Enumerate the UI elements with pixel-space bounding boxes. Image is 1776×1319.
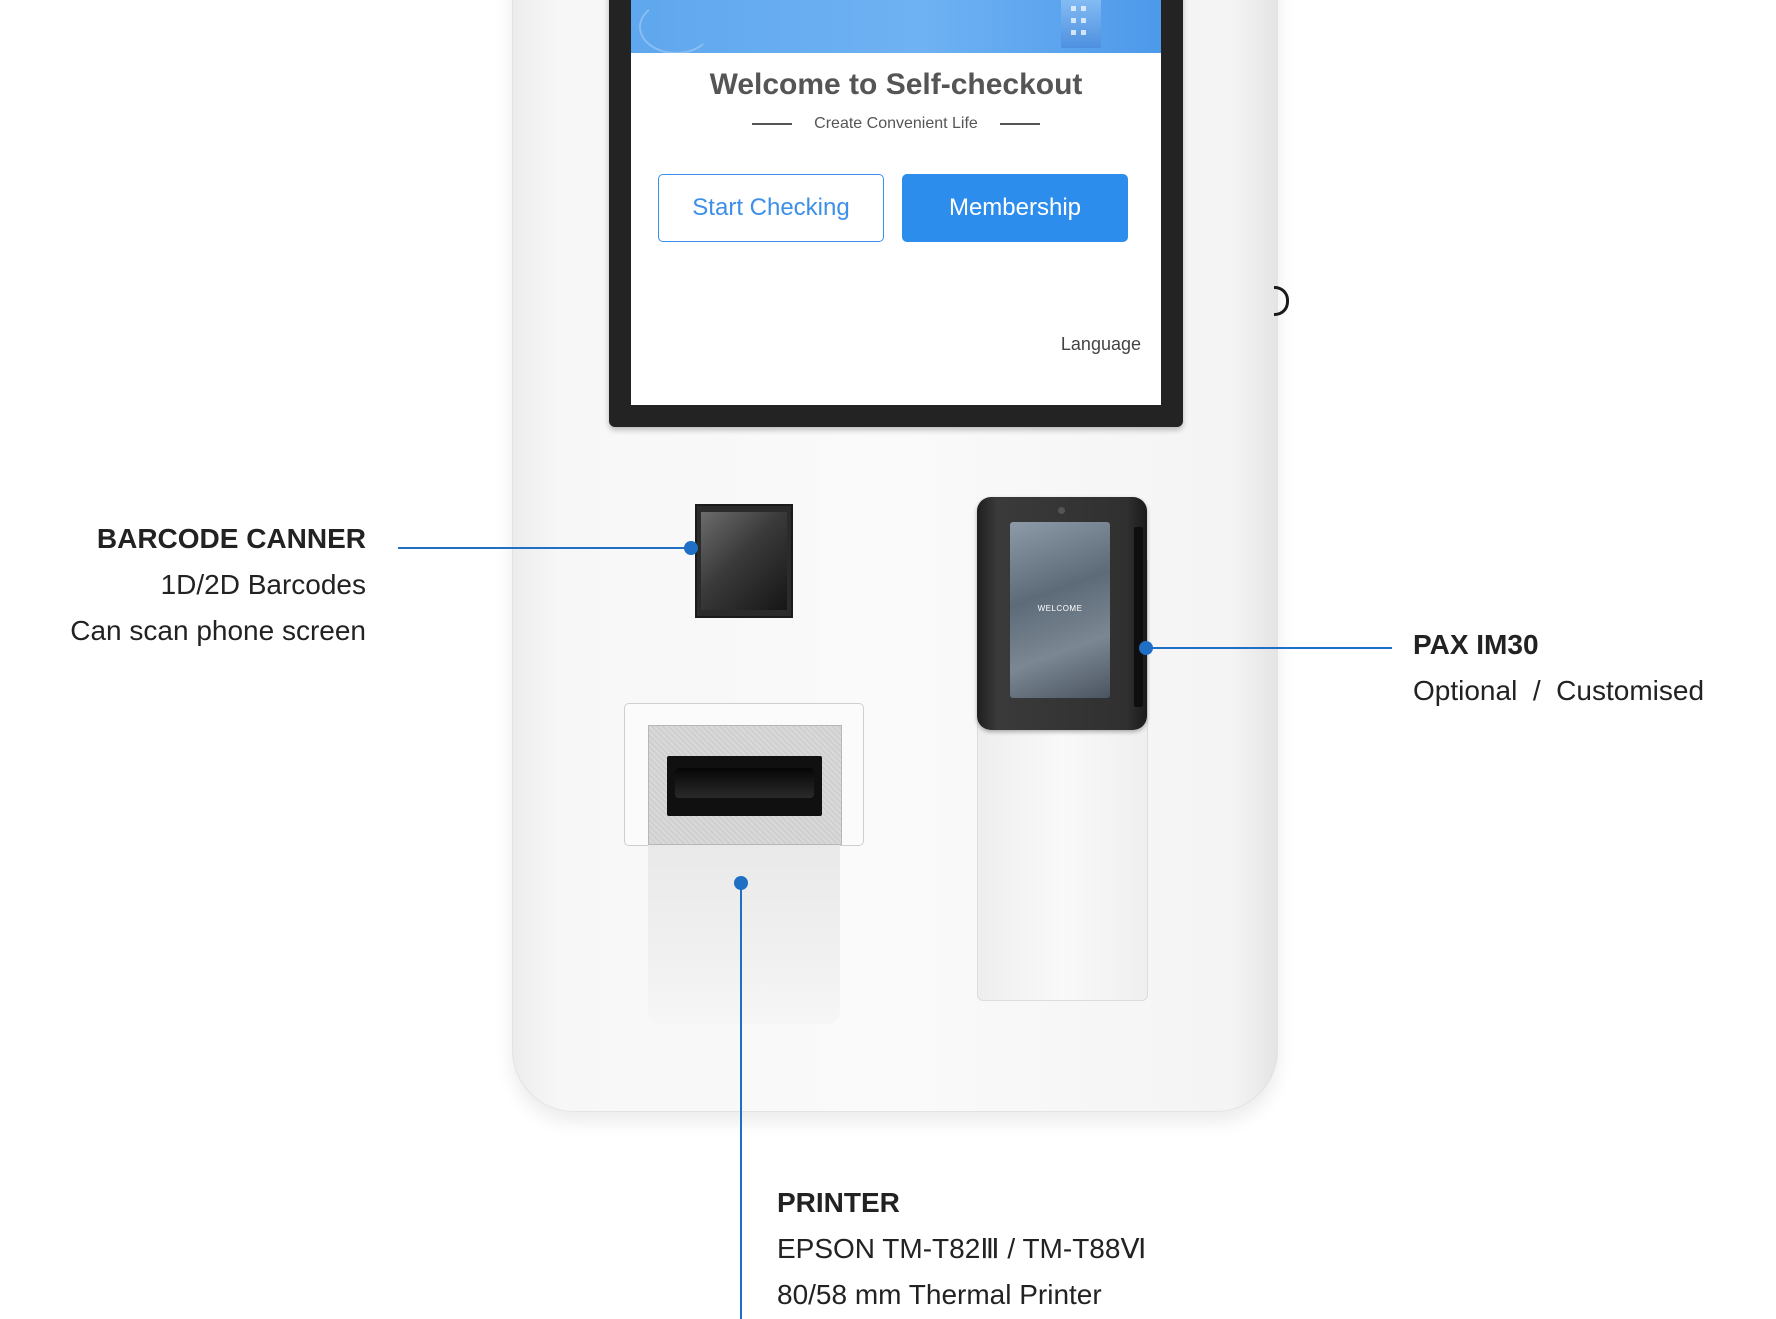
terminal-callout-title: PAX IM30 bbox=[1413, 629, 1539, 660]
card-terminal: WELCOME bbox=[977, 497, 1147, 730]
receipt-tray bbox=[648, 843, 840, 1024]
printer-callout-dot bbox=[734, 876, 748, 890]
membership-button[interactable]: Membership bbox=[902, 174, 1128, 242]
scanner-callout: BARCODE CANNER 1D/2D Barcodes Can scan p… bbox=[10, 516, 366, 654]
terminal-welcome-text: WELCOME bbox=[1037, 604, 1083, 613]
start-checking-button[interactable]: Start Checking bbox=[658, 174, 884, 242]
terminal-callout-line bbox=[1146, 647, 1392, 649]
screen-banner bbox=[631, 0, 1161, 54]
barcode-scanner bbox=[697, 506, 791, 616]
scanner-callout-title: BARCODE CANNER bbox=[96, 523, 366, 554]
welcome-subtitle: Create Convenient Life bbox=[814, 115, 978, 132]
subtitle-row: Create Convenient Life bbox=[631, 113, 1161, 135]
touchscreen: Welcome to Self-checkout Create Convenie… bbox=[631, 0, 1161, 405]
receipt-slot bbox=[667, 756, 822, 816]
card-slot bbox=[1134, 527, 1143, 707]
side-handle bbox=[1274, 286, 1289, 316]
scanner-window bbox=[701, 512, 787, 610]
scanner-callout-line2: Can scan phone screen bbox=[70, 615, 366, 646]
language-button[interactable]: Language bbox=[1031, 334, 1141, 355]
terminal-callout: PAX IM30 Optional / Customised bbox=[1413, 622, 1773, 714]
scanner-callout-line bbox=[398, 547, 690, 549]
receipt-slot-opening bbox=[675, 768, 814, 798]
terminal-screen: WELCOME bbox=[1010, 522, 1110, 698]
printer-callout-line bbox=[740, 883, 742, 1319]
terminal-callout-line1: Optional / Customised bbox=[1413, 675, 1705, 706]
printer-callout-title: PRINTER bbox=[777, 1187, 900, 1218]
signal-decoration-icon bbox=[639, 0, 713, 54]
terminal-callout-dot bbox=[1139, 641, 1153, 655]
printer-callout-line1: EPSON TM-T82Ⅲ / TM-T88Ⅵ bbox=[777, 1233, 1147, 1264]
subtitle-divider-right bbox=[999, 123, 1040, 125]
scanner-callout-line1: 1D/2D Barcodes bbox=[160, 569, 366, 600]
printer-callout-line2: 80/58 mm Thermal Printer bbox=[777, 1279, 1102, 1310]
subtitle-divider-left bbox=[752, 123, 793, 125]
welcome-title: Welcome to Self-checkout bbox=[709, 68, 1083, 101]
building-icon bbox=[1061, 0, 1101, 48]
printer-callout: PRINTER EPSON TM-T82Ⅲ / TM-T88Ⅵ 80/58 mm… bbox=[777, 1180, 1297, 1318]
camera-icon bbox=[1058, 507, 1065, 514]
scanner-callout-dot bbox=[684, 541, 698, 555]
